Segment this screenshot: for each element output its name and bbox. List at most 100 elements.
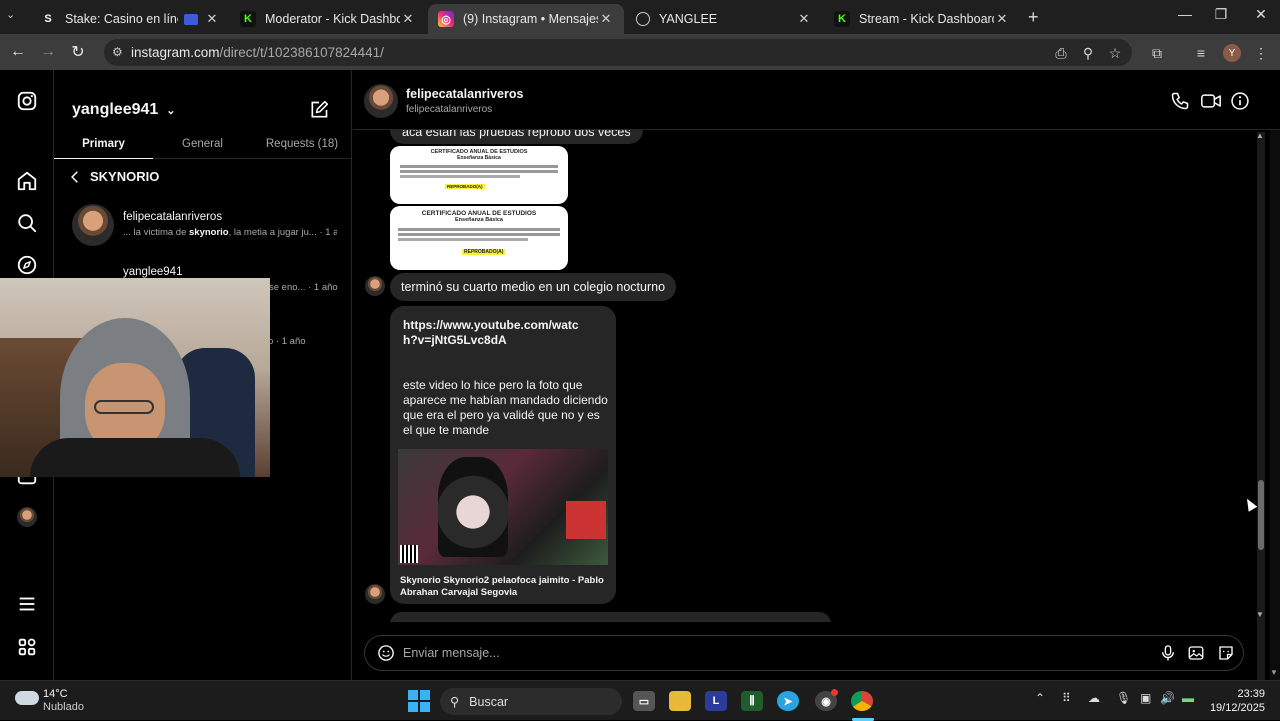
- media-controls-icon[interactable]: ≡: [1192, 44, 1210, 62]
- video-title: Skynorio Skynorio2 pelaofoca jaimito - P…: [400, 575, 604, 598]
- microphone-icon[interactable]: [1159, 644, 1177, 662]
- tab-instagram[interactable]: ◎ (9) Instagram • Mensajes ✕: [428, 4, 624, 34]
- bookmark-star-icon[interactable]: ☆: [1106, 44, 1124, 62]
- back-icon[interactable]: ←: [8, 42, 28, 62]
- tab-search-icon[interactable]: ⌄: [6, 8, 15, 21]
- search-query-label: SKYNORIO: [90, 169, 160, 184]
- sender-avatar: [365, 584, 385, 604]
- account-switcher[interactable]: yanglee941 ⌄: [72, 101, 176, 119]
- tab-general-label: General: [182, 138, 223, 150]
- battery-icon[interactable]: ▬: [1182, 691, 1194, 705]
- message-bubble[interactable]: terminó su cuarto medio en un colegio no…: [390, 273, 677, 301]
- video-thumbnail[interactable]: [398, 449, 608, 565]
- conversation-info-icon[interactable]: [1230, 91, 1250, 111]
- message-text: este video lo hice pero la foto que apar…: [403, 378, 608, 437]
- message-bubble-partial[interactable]: [390, 612, 831, 622]
- scrollbar-thumb[interactable]: [1258, 480, 1264, 550]
- video-call-icon[interactable]: [1200, 91, 1222, 111]
- weather-desc[interactable]: Nublado: [43, 701, 84, 713]
- volume-icon[interactable]: 🔊: [1160, 691, 1175, 705]
- close-tab-icon[interactable]: ✕: [598, 11, 614, 27]
- site-settings-icon[interactable]: ⚙: [112, 45, 123, 59]
- search-back-row[interactable]: SKYNORIO: [68, 169, 159, 184]
- tray-mic-icon[interactable]: 🎙: [1116, 691, 1131, 705]
- forward-icon[interactable]: →: [38, 42, 58, 62]
- tab-moderator-kick[interactable]: K Moderator - Kick Dashboard ✕: [230, 4, 426, 34]
- tab-yanglee[interactable]: YANGLEE ✕: [626, 4, 822, 34]
- voice-call-icon[interactable]: [1170, 91, 1190, 111]
- message-bubble[interactable]: aca estan las pruebas reprobo dos veces: [390, 130, 643, 144]
- excel-icon[interactable]: ⫼: [741, 691, 763, 711]
- tab-primary[interactable]: Primary: [54, 130, 153, 159]
- chrome-icon[interactable]: [851, 691, 873, 711]
- notification-badge: [831, 689, 838, 696]
- message-input[interactable]: Enviar mensaje...: [403, 646, 500, 660]
- browser-tab-bar: S Stake: Casino en línea y Ap ✕ K Modera…: [0, 0, 1280, 34]
- tab-stake[interactable]: S Stake: Casino en línea y Ap ✕: [30, 4, 230, 34]
- file-explorer-icon[interactable]: [669, 691, 691, 711]
- tray-cloud-icon[interactable]: ☁: [1088, 691, 1100, 705]
- back-arrow-icon[interactable]: [68, 170, 82, 184]
- app-l-icon[interactable]: L: [705, 691, 727, 711]
- youtube-link[interactable]: https://www.youtube.com/watch?v=jNtG5Lvc…: [403, 318, 593, 348]
- restore-icon[interactable]: ❐: [1206, 6, 1236, 23]
- explore-icon[interactable]: [16, 254, 38, 276]
- close-tab-icon[interactable]: ✕: [994, 11, 1010, 27]
- new-tab-icon[interactable]: +: [1028, 7, 1039, 28]
- close-tab-icon[interactable]: ✕: [400, 11, 416, 27]
- tab-general[interactable]: General: [153, 130, 252, 159]
- kick-favicon-icon: K: [834, 11, 850, 27]
- emoji-icon[interactable]: [377, 644, 395, 662]
- tab-requests[interactable]: Requests (18): [252, 130, 352, 159]
- close-window-icon[interactable]: ✕: [1246, 6, 1276, 23]
- install-app-icon[interactable]: ⎙: [1052, 44, 1070, 62]
- webcam-glasses: [94, 400, 154, 414]
- sticker-icon[interactable]: [1217, 644, 1235, 662]
- clock-date[interactable]: 19/12/2025: [1195, 702, 1265, 714]
- instagram-logo-icon[interactable]: [16, 90, 38, 112]
- link-share-bubble[interactable]: https://www.youtube.com/watch?v=jNtG5Lvc…: [390, 306, 616, 604]
- page-scrollbar[interactable]: [1270, 70, 1280, 680]
- search-icon[interactable]: [16, 212, 38, 234]
- close-tab-icon[interactable]: ✕: [204, 11, 220, 27]
- scroll-down-icon[interactable]: ▼: [1256, 610, 1264, 619]
- scroll-up-icon[interactable]: ▲: [1256, 131, 1264, 140]
- home-icon[interactable]: [16, 170, 38, 192]
- task-view-icon[interactable]: ▭: [633, 691, 655, 711]
- start-button[interactable]: [408, 690, 430, 712]
- profile-avatar[interactable]: Y: [1223, 44, 1241, 62]
- more-apps-icon[interactable]: [16, 636, 38, 658]
- minimize-icon[interactable]: —: [1170, 6, 1200, 22]
- zoom-icon[interactable]: ⚲: [1079, 44, 1097, 62]
- contact-name[interactable]: felipecatalanriveros: [406, 87, 523, 101]
- sender-avatar: [365, 276, 385, 296]
- tray-overflow-icon[interactable]: ⌃: [1035, 691, 1045, 705]
- network-icon[interactable]: ▣: [1140, 691, 1151, 705]
- certificate-image[interactable]: CERTIFICADO ANUAL DE ESTUDIOS Enseñanza …: [390, 146, 568, 204]
- contact-avatar[interactable]: [364, 84, 398, 118]
- clock-time[interactable]: 23:39: [1205, 688, 1265, 700]
- taskbar-search[interactable]: ⚲ Buscar: [440, 688, 622, 715]
- profile-avatar[interactable]: [17, 507, 37, 527]
- scrollbar-track[interactable]: [1257, 132, 1265, 680]
- browser-menu-icon[interactable]: ⋮: [1252, 44, 1270, 62]
- preview-highlight: skynorio: [189, 227, 229, 238]
- thread-item[interactable]: felipecatalanriveros ... la victima de s…: [54, 202, 352, 258]
- hamburger-menu-icon[interactable]: [16, 593, 38, 615]
- message-composer: Enviar mensaje...: [364, 635, 1244, 671]
- weather-temp[interactable]: 14°C: [43, 688, 68, 700]
- certificate-image[interactable]: CERTIFICADO ANUAL DE ESTUDIOS Enseñanza …: [390, 206, 568, 270]
- tab-requests-label: Requests (18): [265, 138, 339, 150]
- new-message-icon[interactable]: [309, 100, 329, 120]
- page-scroll-down-icon[interactable]: ▼: [1270, 668, 1278, 677]
- message-text: terminó su cuarto medio en un colegio no…: [401, 280, 666, 294]
- image-upload-icon[interactable]: [1187, 644, 1205, 662]
- telegram-icon[interactable]: ➤: [777, 691, 799, 711]
- tray-grid-icon[interactable]: ⠿: [1062, 691, 1071, 705]
- close-tab-icon[interactable]: ✕: [796, 11, 812, 27]
- thread-name: felipecatalanriveros: [123, 211, 223, 223]
- reload-icon[interactable]: ↻: [68, 42, 88, 62]
- extensions-icon[interactable]: ⧉: [1148, 44, 1166, 62]
- tab-stream-kick[interactable]: K Stream - Kick Dashboard ✕: [824, 4, 1020, 34]
- thumbnail-inset: [566, 501, 606, 539]
